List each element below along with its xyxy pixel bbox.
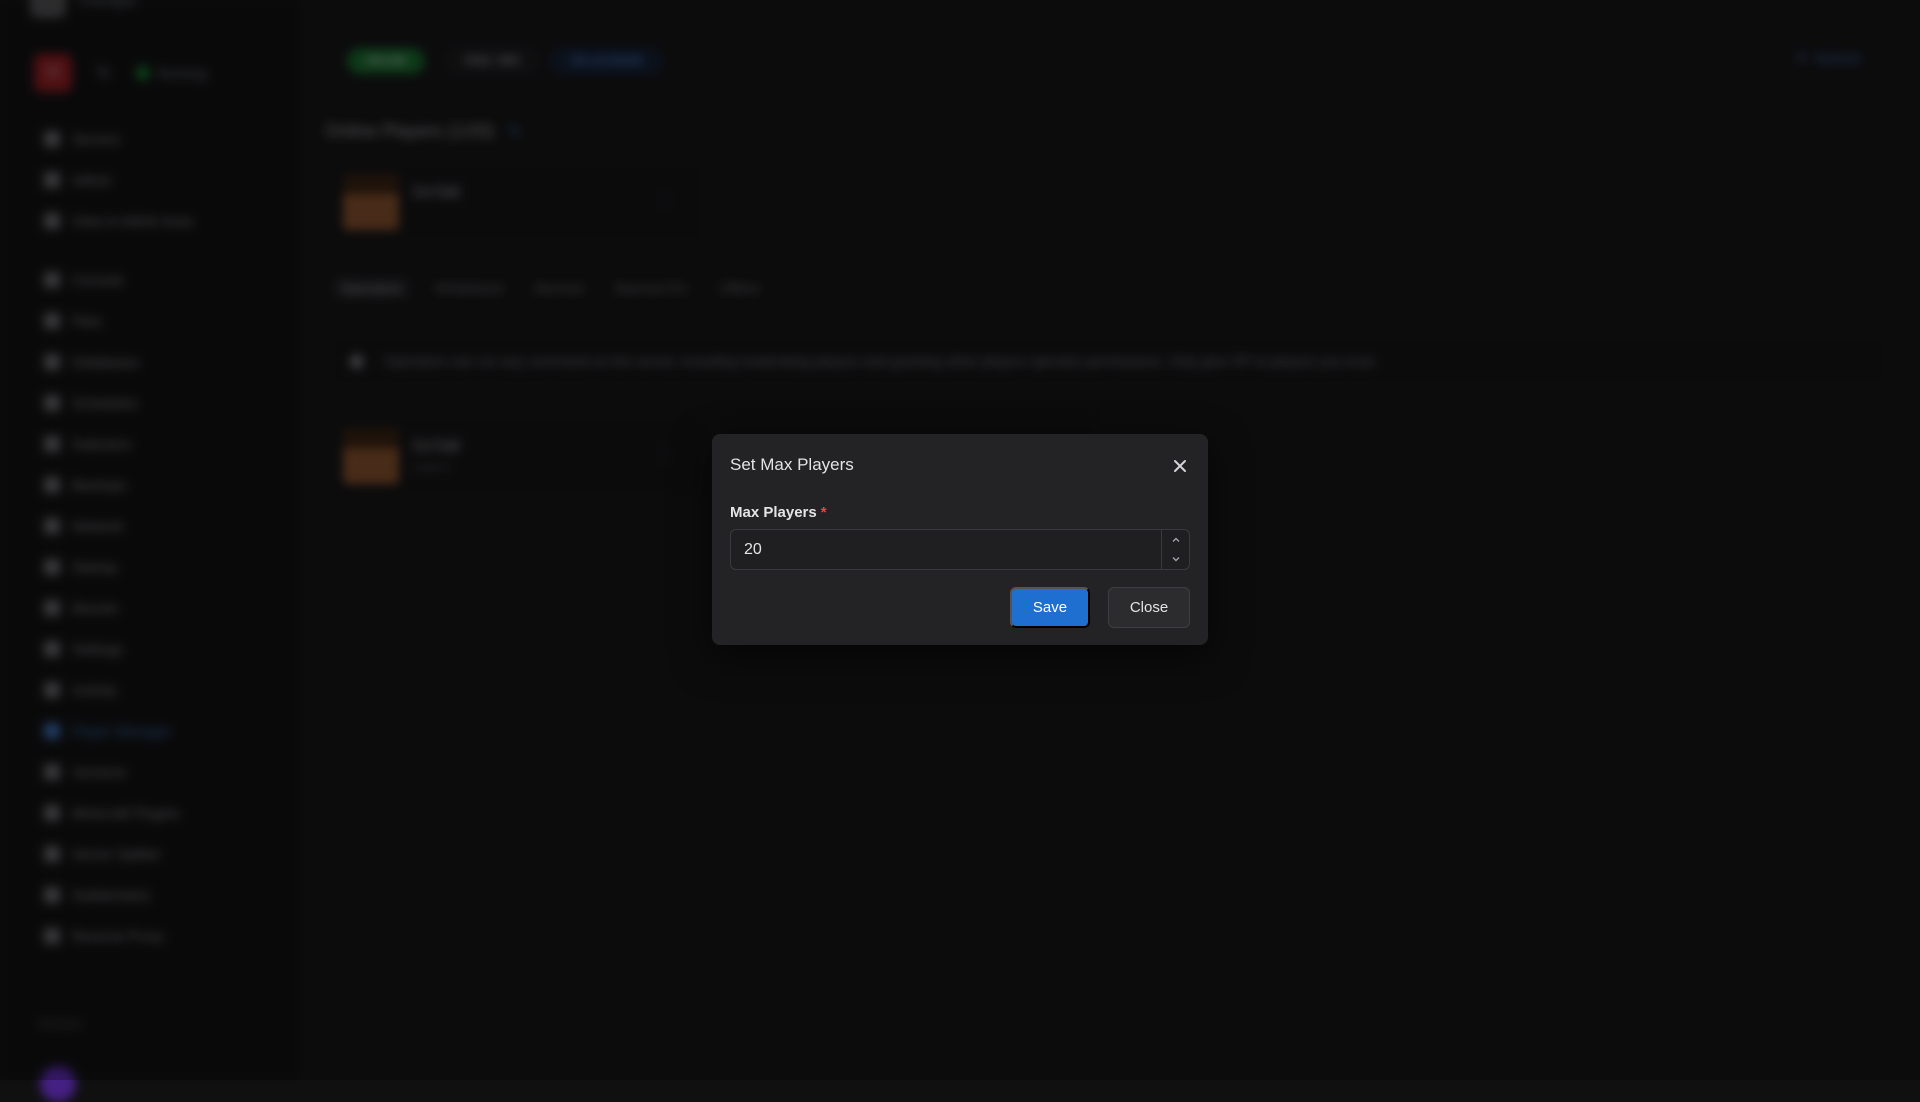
chevron-up-icon: [1172, 537, 1179, 542]
chevron-down-icon: [1172, 557, 1179, 562]
number-stepper: [1161, 530, 1189, 569]
dialog-title: Set Max Players: [730, 455, 854, 474]
decrement-button[interactable]: [1162, 550, 1189, 570]
save-button[interactable]: Save: [1010, 587, 1090, 628]
close-icon[interactable]: [1170, 456, 1190, 476]
increment-button[interactable]: [1162, 530, 1189, 550]
close-button[interactable]: Close: [1108, 587, 1190, 628]
set-max-players-dialog: Set Max Players Max Players* Save Close: [712, 434, 1208, 645]
max-players-input[interactable]: [731, 530, 1161, 569]
required-asterisk: *: [820, 504, 827, 521]
max-players-label-text: Max Players: [730, 504, 817, 521]
max-players-field: [730, 529, 1190, 570]
max-players-label: Max Players *: [730, 504, 827, 521]
